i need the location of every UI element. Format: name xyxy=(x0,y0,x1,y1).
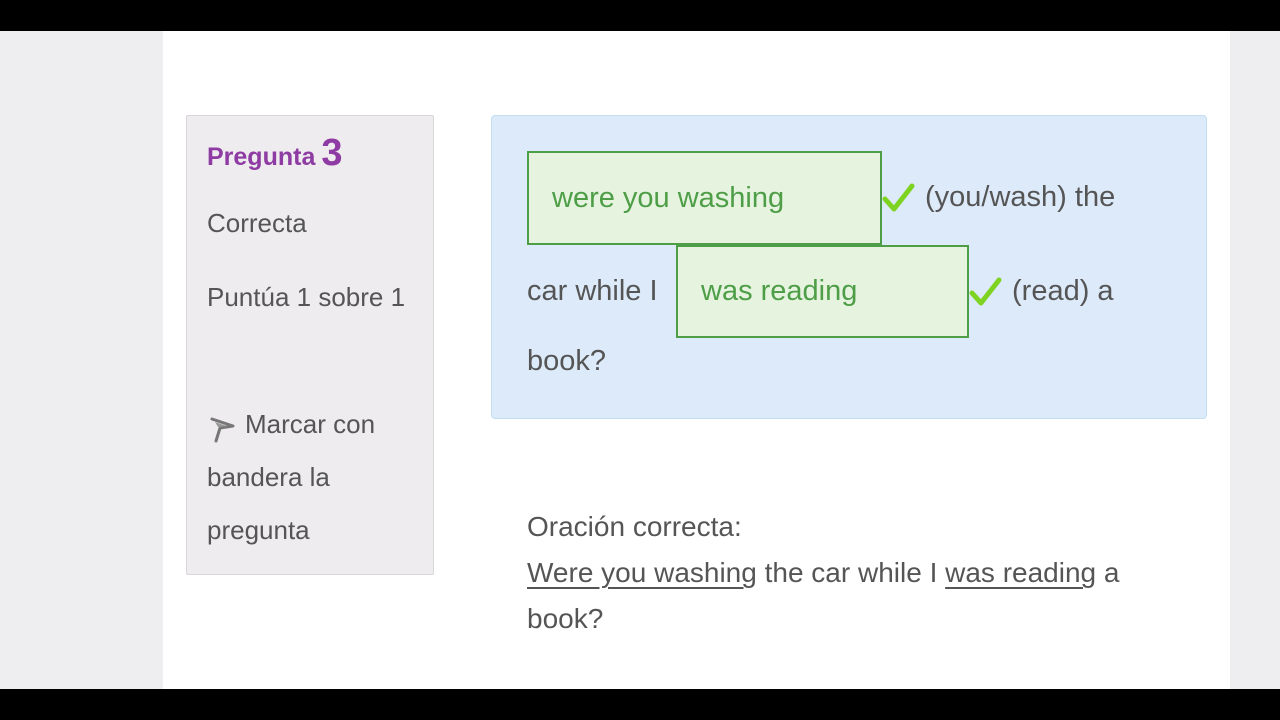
answer-field-1[interactable]: were you washing xyxy=(527,151,882,245)
correct-text-1: the car while I xyxy=(756,557,946,588)
hint-1: (you/wash) the xyxy=(925,181,1116,213)
flag-icon[interactable] xyxy=(207,408,237,443)
check-icon xyxy=(882,183,915,212)
answer-field-2-value: was reading xyxy=(701,275,858,307)
quiz-page: Pregunta 3 Correcta Puntúa 1 sobre 1 Marc… xyxy=(163,31,1230,689)
flag-question-link[interactable]: Marcar con bandera la pregunta xyxy=(207,398,422,557)
screen: Pregunta 3 Correcta Puntúa 1 sobre 1 Marc… xyxy=(0,31,1280,689)
hint-2: (read) a xyxy=(1012,275,1114,307)
correct-verb-1: Were you washing xyxy=(527,557,757,588)
question-number: 3 xyxy=(321,132,343,174)
question-title: Pregunta 3 xyxy=(207,132,343,175)
correct-sentence-feedback: Oración correcta: Were you washing the c… xyxy=(527,504,1187,642)
answer-field-2[interactable]: was reading xyxy=(676,245,969,338)
question-info-panel: Pregunta 3 Correcta Puntúa 1 sobre 1 Marc… xyxy=(186,115,434,575)
answer-field-1-value: were you washing xyxy=(552,181,785,214)
correct-sentence-heading: Oración correcta: xyxy=(527,511,742,542)
sentence-part-3: book? xyxy=(527,345,607,377)
correct-sentence: Were you washing the car while I was rea… xyxy=(527,550,1187,642)
correct-verb-2: was reading xyxy=(945,557,1097,588)
question-grade: Puntúa 1 sobre 1 xyxy=(207,282,406,312)
question-content: were you washing (you/wash) the car whil… xyxy=(491,115,1207,419)
check-icon xyxy=(969,277,1002,306)
question-label: Pregunta xyxy=(207,143,316,171)
question-status: Correcta xyxy=(207,208,307,238)
sentence-part-2: car while I xyxy=(527,275,658,307)
